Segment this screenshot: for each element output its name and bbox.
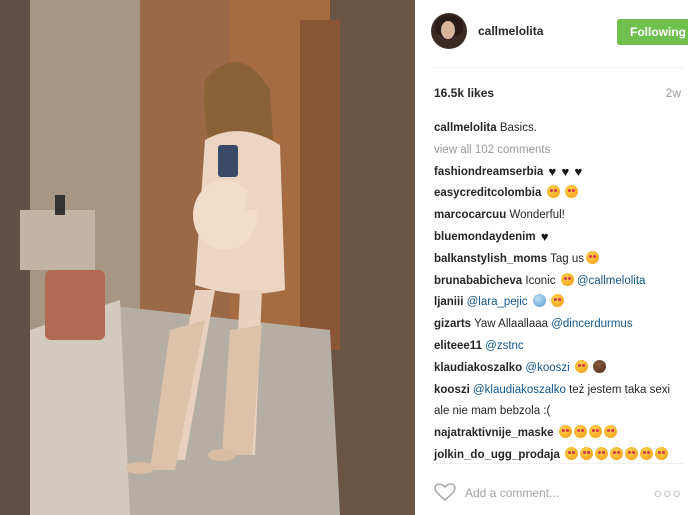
divider bbox=[431, 67, 683, 68]
comment-row: marcocarcuu Wonderful! bbox=[434, 205, 684, 227]
comment-row: fashiondreamserbia bbox=[434, 162, 684, 184]
post-time[interactable]: 2w bbox=[666, 86, 681, 100]
heart-eyes-icon bbox=[655, 446, 669, 460]
heart-eyes-icon bbox=[546, 185, 560, 199]
heart-eyes-icon bbox=[574, 359, 588, 373]
mention-link[interactable]: @klaudiakoszalko bbox=[473, 384, 566, 396]
comment-row: ljaniii @lara_pejic bbox=[434, 292, 684, 314]
following-button[interactable]: Following bbox=[617, 19, 688, 45]
comment-row: balkanstylish_moms Tag us bbox=[434, 249, 684, 271]
view-all-comments-row: view all 102 comments bbox=[434, 140, 684, 162]
heart-icon bbox=[562, 162, 573, 182]
comment-row: eliteee11 @zstnc bbox=[434, 336, 684, 358]
post-side-panel: callmelolita Following 16.5k likes 2w ca… bbox=[415, 0, 688, 515]
avatar-face bbox=[441, 21, 455, 39]
comments-list: callmelolita Basics. view all 102 commen… bbox=[434, 118, 684, 462]
heart-eyes-icon bbox=[565, 446, 579, 460]
caption-row: callmelolita Basics. bbox=[434, 118, 684, 140]
heart-eyes-icon bbox=[595, 446, 609, 460]
comment-username[interactable]: fashiondreamserbia bbox=[434, 166, 543, 178]
post-photo[interactable] bbox=[0, 0, 415, 515]
comment-username[interactable]: jolkin_do_ugg_prodaja bbox=[434, 449, 560, 461]
heart-icon bbox=[575, 162, 586, 182]
mention-link[interactable]: @kooszi bbox=[525, 362, 569, 374]
heart-outline-icon[interactable] bbox=[433, 482, 457, 502]
comment-row: bluemondaydenim bbox=[434, 227, 684, 249]
comment-username[interactable]: marcocarcuu bbox=[434, 209, 506, 221]
instagram-post: callmelolita Following 16.5k likes 2w ca… bbox=[0, 0, 688, 515]
mirror-selfie-image bbox=[0, 0, 415, 515]
avatar[interactable] bbox=[431, 13, 467, 49]
heart-eyes-icon bbox=[603, 425, 617, 439]
heart-eyes-icon bbox=[564, 185, 578, 199]
comment-row: brunababicheva Iconic @callmelolita bbox=[434, 271, 684, 293]
mention-link[interactable]: @dincerdurmus bbox=[551, 318, 632, 330]
username-link[interactable]: callmelolita bbox=[478, 24, 543, 38]
comment-text: Iconic bbox=[525, 274, 556, 287]
comment-username[interactable]: eliteee11 bbox=[434, 340, 482, 352]
heart-eyes-icon bbox=[610, 446, 624, 460]
caption-text: Basics. bbox=[499, 122, 537, 134]
view-all-comments-link[interactable]: view all 102 comments bbox=[434, 144, 550, 156]
heart-icon bbox=[549, 162, 560, 182]
mention-link[interactable]: @callmelolita bbox=[577, 275, 646, 287]
heart-eyes-icon bbox=[625, 446, 639, 460]
comment-username[interactable]: gizarts bbox=[434, 318, 471, 330]
heart-eyes-icon bbox=[573, 425, 587, 439]
heart-eyes-icon bbox=[558, 425, 572, 439]
heart-eyes-icon bbox=[580, 446, 594, 460]
mention-link[interactable]: @zstnc bbox=[485, 340, 524, 352]
heart-eyes-icon bbox=[550, 294, 564, 308]
comment-row: najatraktivnije_maske bbox=[434, 423, 684, 445]
heart-eyes-icon bbox=[560, 272, 574, 286]
comment-username[interactable]: balkanstylish_moms bbox=[434, 253, 547, 265]
divider bbox=[431, 463, 683, 464]
mention-link[interactable]: @lara_pejic bbox=[467, 296, 528, 308]
comment-username[interactable]: easycreditcolombia bbox=[434, 187, 541, 199]
add-comment-input[interactable] bbox=[463, 482, 617, 504]
comment-username[interactable]: bluemondaydenim bbox=[434, 231, 536, 243]
heart-eyes-icon bbox=[640, 446, 654, 460]
comment-row: klaudiakoszalko @kooszi bbox=[434, 358, 684, 380]
caption-username[interactable]: callmelolita bbox=[434, 122, 497, 134]
comment-row: kooszi @klaudiakoszalko też jestem taka … bbox=[434, 380, 684, 424]
comment-username[interactable]: klaudiakoszalko bbox=[434, 362, 522, 374]
heart-icon bbox=[541, 227, 552, 247]
comment-username[interactable]: kooszi bbox=[434, 384, 470, 396]
comment-username[interactable]: najatraktivnije_maske bbox=[434, 427, 554, 439]
post-header: callmelolita Following bbox=[431, 13, 688, 57]
comment-username[interactable]: ljaniii bbox=[434, 296, 463, 308]
comment-text: Wonderful! bbox=[509, 209, 565, 222]
comment-row: gizarts Yaw Allaallaaa @dincerdurmus bbox=[434, 314, 684, 336]
comment-row: jolkin_do_ugg_prodaja bbox=[434, 445, 684, 462]
comment-text: Tag us bbox=[550, 252, 585, 265]
heart-eyes-icon bbox=[586, 250, 600, 264]
likes-count[interactable]: 16.5k likes bbox=[434, 86, 494, 100]
scream-icon bbox=[532, 294, 546, 308]
comment-text: Yaw Allaallaaa bbox=[474, 318, 549, 331]
comment-username[interactable]: brunababicheva bbox=[434, 275, 522, 287]
more-options-icon[interactable]: ○○○ bbox=[654, 485, 682, 501]
comment-row: easycreditcolombia bbox=[434, 183, 684, 205]
heart-eyes-icon bbox=[588, 425, 602, 439]
see-no-evil-icon bbox=[593, 359, 607, 373]
